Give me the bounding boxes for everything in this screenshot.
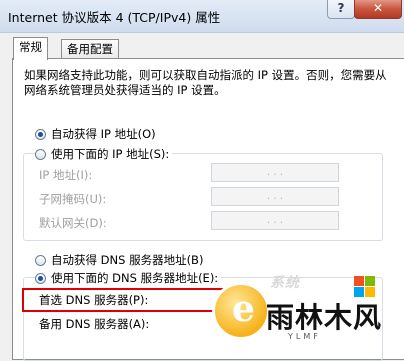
tab-general[interactable]: 常规 — [13, 37, 48, 60]
auto-ip-label: 自动获得 IP 地址(O) — [51, 127, 156, 141]
logo-e-icon: e — [232, 288, 255, 330]
logo-sub-text: YLMF — [288, 332, 321, 341]
manual-ip-radio[interactable]: 使用下面的 IP 地址(S): — [35, 146, 173, 162]
default-gateway-field[interactable]: . . . — [211, 211, 339, 230]
logo-main-text: 雨林木风 — [266, 301, 383, 334]
windows-flag-icon — [354, 276, 376, 298]
logo-top-text: 系统 — [270, 275, 300, 291]
help-button[interactable]: ? — [327, 0, 355, 19]
auto-dns-label: 自动获得 DNS 服务器地址(B) — [51, 253, 204, 267]
radio-selected-icon — [35, 272, 46, 284]
manual-dns-radio[interactable]: 使用下面的 DNS 服务器地址(E): — [35, 270, 222, 286]
radio-unselected-icon — [35, 148, 46, 160]
close-button[interactable]: ✕ — [354, 0, 402, 19]
subnet-mask-label: 子网掩码(U): — [39, 192, 107, 206]
subnet-mask-field[interactable]: . . . — [211, 187, 339, 206]
radio-unselected-icon — [35, 254, 46, 266]
description-text: 如果网络支持此功能，则可以获取自动指派的 IP 设置。否则，您需要从网络系统管理… — [24, 68, 387, 97]
alternate-dns-label: 备用 DNS 服务器(A): — [39, 317, 150, 331]
window-title: Internet 协议版本 4 (TCP/IPv4) 属性 — [8, 10, 221, 25]
watermark-logo: e 系统 雨林木风 YLMF — [208, 270, 404, 346]
manual-ip-label: 使用下面的 IP 地址(S): — [51, 147, 170, 161]
manual-dns-label: 使用下面的 DNS 服务器地址(E): — [51, 271, 219, 285]
default-gateway-label: 默认网关(D): — [39, 216, 107, 230]
title-bar: Internet 协议版本 4 (TCP/IPv4) 属性 ? ✕ — [0, 0, 404, 33]
tab-alternate-configuration[interactable]: 备用配置 — [61, 39, 119, 59]
ip-address-label: IP 地址(I): — [39, 168, 93, 182]
auto-ip-radio[interactable]: 自动获得 IP 地址(O) — [35, 126, 156, 142]
auto-dns-radio[interactable]: 自动获得 DNS 服务器地址(B) — [35, 252, 203, 268]
radio-selected-icon — [35, 128, 46, 140]
ip-address-field[interactable]: . . . — [211, 163, 339, 182]
